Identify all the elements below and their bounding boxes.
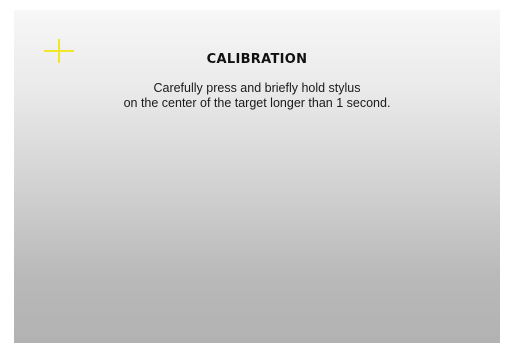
- instruction-line-1: Carefully press and briefly hold stylus: [153, 81, 361, 95]
- page-title: CALIBRATION: [206, 52, 308, 67]
- calibration-instructions: Carefully press and briefly hold stylus …: [14, 81, 500, 111]
- calibration-screen[interactable]: CALIBRATION Carefully press and briefly …: [14, 10, 500, 343]
- instruction-line-2: on the center of the target longer than …: [123, 96, 391, 110]
